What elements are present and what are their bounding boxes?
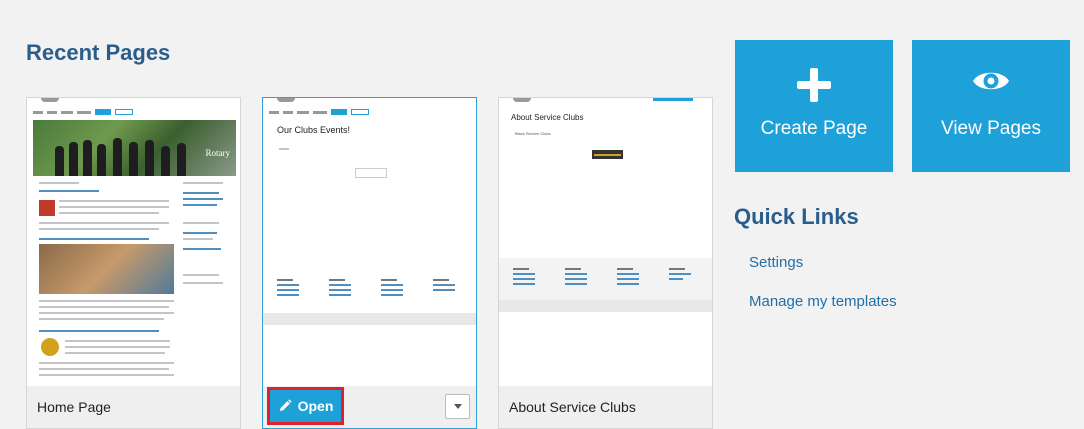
thumb-heading: Our Clubs Events! — [277, 125, 351, 135]
open-button-label: Open — [297, 398, 334, 414]
quick-links-title: Quick Links — [734, 204, 859, 229]
card-footer: Open — [263, 386, 476, 428]
pencil-icon — [279, 399, 292, 411]
page-options-dropdown[interactable] — [445, 394, 470, 419]
thumb-heading: About Service Clubs — [511, 113, 584, 122]
create-page-tile[interactable]: Create Page — [735, 40, 893, 172]
manage-templates-link[interactable]: Manage my templates — [749, 293, 897, 310]
page-card-about[interactable]: About Service Clubs Black Service Clubs … — [498, 97, 713, 429]
recent-pages-title: Recent Pages — [26, 40, 171, 65]
card-footer: Home Page — [27, 386, 240, 428]
page-thumbnail[interactable]: Rotary — [27, 98, 240, 386]
view-pages-label: View Pages — [941, 118, 1041, 139]
page-card-home[interactable]: Rotary Home Page — [26, 97, 241, 429]
view-pages-tile[interactable]: View Pages — [912, 40, 1070, 172]
hero-rotary-text: Rotary — [205, 148, 231, 158]
chevron-down-icon — [453, 404, 462, 409]
create-page-label: Create Page — [760, 118, 868, 139]
hero-image: Rotary — [33, 120, 236, 176]
page-title-home: Home Page — [37, 399, 111, 415]
card-footer: About Service Clubs — [499, 386, 712, 428]
plus-icon — [797, 68, 831, 102]
eye-icon — [973, 72, 1009, 90]
page-card-events[interactable]: Our Clubs Events! Open — [262, 97, 477, 429]
page-thumbnail[interactable]: Our Clubs Events! — [263, 98, 476, 386]
page-thumbnail[interactable]: About Service Clubs Black Service Clubs — [499, 98, 712, 386]
open-page-button[interactable]: Open — [267, 387, 344, 425]
page-title-about: About Service Clubs — [509, 399, 636, 415]
settings-link[interactable]: Settings — [749, 254, 803, 271]
thumb-subheading: Black Service Clubs — [515, 131, 551, 136]
